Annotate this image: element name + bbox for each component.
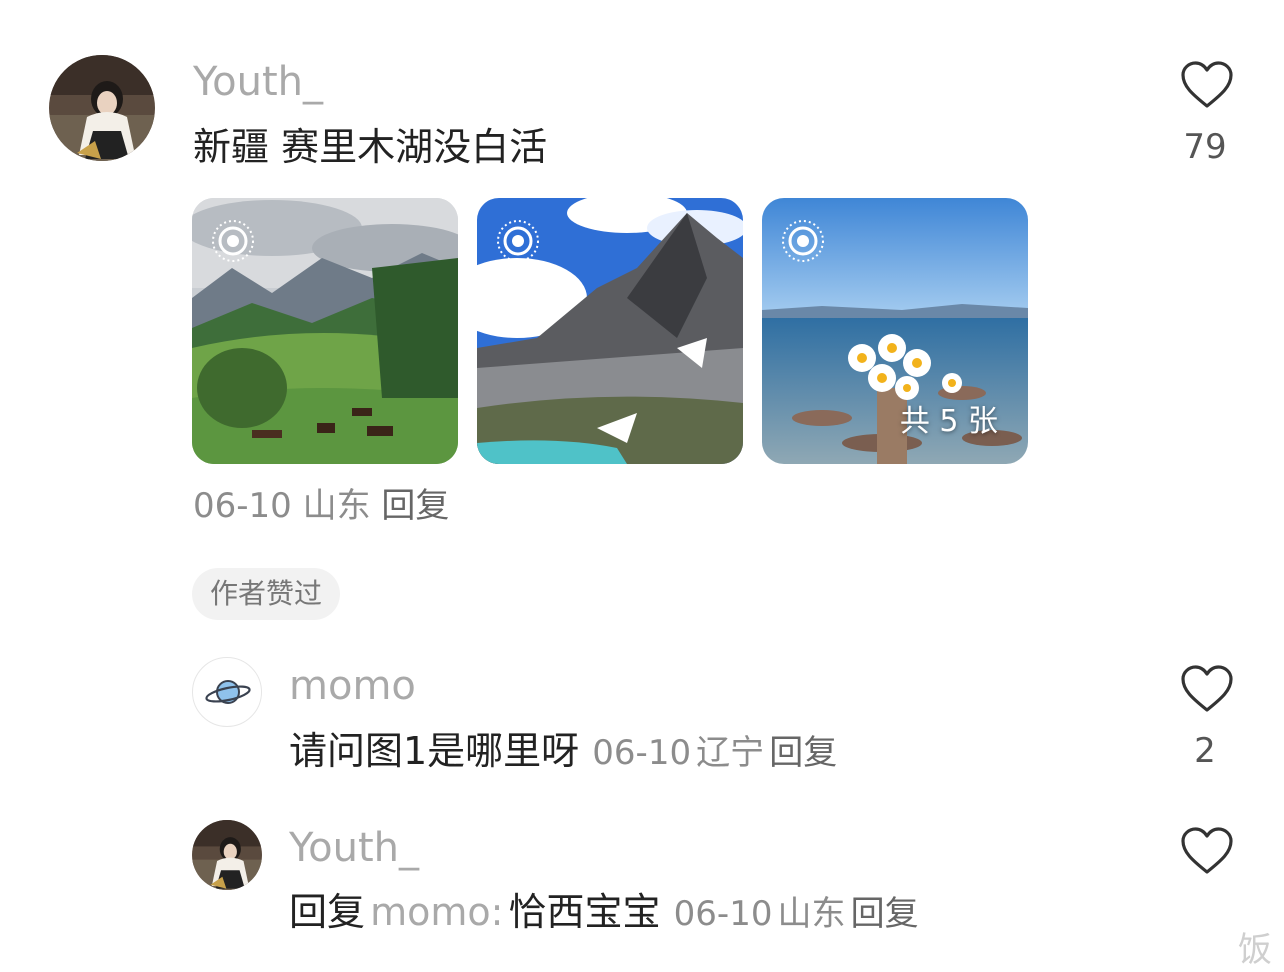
images-total-label: 共 5 张: [899, 404, 998, 439]
reply-2-text: 恰西宝宝: [508, 890, 661, 934]
avatar-youth-reply[interactable]: [192, 820, 262, 890]
avatar-youth[interactable]: [49, 55, 155, 161]
reply-2-location: 山东: [777, 894, 846, 934]
reply-2-reply-button[interactable]: 回复: [851, 894, 919, 934]
watermark: 饭: [1238, 930, 1272, 970]
live-photo-icon: [212, 220, 254, 262]
reply-2-date: 06-10: [673, 894, 773, 934]
reply-1-like-count: 2: [1194, 731, 1216, 771]
reply-1-date: 06-10: [592, 733, 692, 773]
comment-text: 新疆 赛里木湖没白活: [193, 125, 548, 169]
comment-like-count: 79: [1183, 127, 1227, 167]
reply-2-like-button[interactable]: [1180, 826, 1234, 880]
reply-1-text: 请问图1是哪里呀: [289, 729, 580, 773]
reply-1-location: 辽宁: [696, 733, 765, 773]
comment-date: 06-10: [193, 486, 292, 526]
comment-username[interactable]: Youth_: [193, 62, 323, 102]
heart-outline-icon: [1181, 61, 1233, 108]
avatar-image: [49, 55, 155, 161]
planet-icon: [205, 680, 251, 704]
avatar-momo[interactable]: [192, 657, 262, 727]
comment-photo-3[interactable]: 共 5 张: [762, 198, 1028, 464]
heart-outline-icon: [1181, 665, 1233, 712]
author-liked-badge: 作者赞过: [192, 568, 341, 620]
live-photo-icon: [497, 220, 539, 262]
comment-reply-button[interactable]: 回复: [381, 486, 449, 526]
comment-photo-1[interactable]: [192, 198, 458, 464]
heart-outline-icon: [1181, 827, 1233, 874]
reply-1-username[interactable]: momo: [289, 666, 416, 706]
comment-location: 山东: [302, 486, 371, 526]
reply-2-reply-to[interactable]: momo:: [370, 890, 503, 934]
live-photo-icon: [782, 220, 824, 262]
comment-like-button[interactable]: [1180, 60, 1234, 114]
reply-1-line: 请问图1是哪里呀 06-10 辽宁 回复: [289, 732, 837, 770]
reply-2-line: 回复 momo: 恰西宝宝 06-10 山东 回复: [289, 893, 919, 931]
reply-1-like-button[interactable]: [1180, 664, 1234, 718]
reply-2-username[interactable]: Youth_: [289, 828, 419, 868]
comment-photo-2[interactable]: [477, 198, 743, 464]
avatar-image: [192, 820, 262, 890]
comment-meta: 06-10 山东 回复: [193, 489, 449, 523]
reply-1-reply-button[interactable]: 回复: [769, 733, 837, 773]
reply-2-prefix: 回复: [289, 890, 366, 934]
